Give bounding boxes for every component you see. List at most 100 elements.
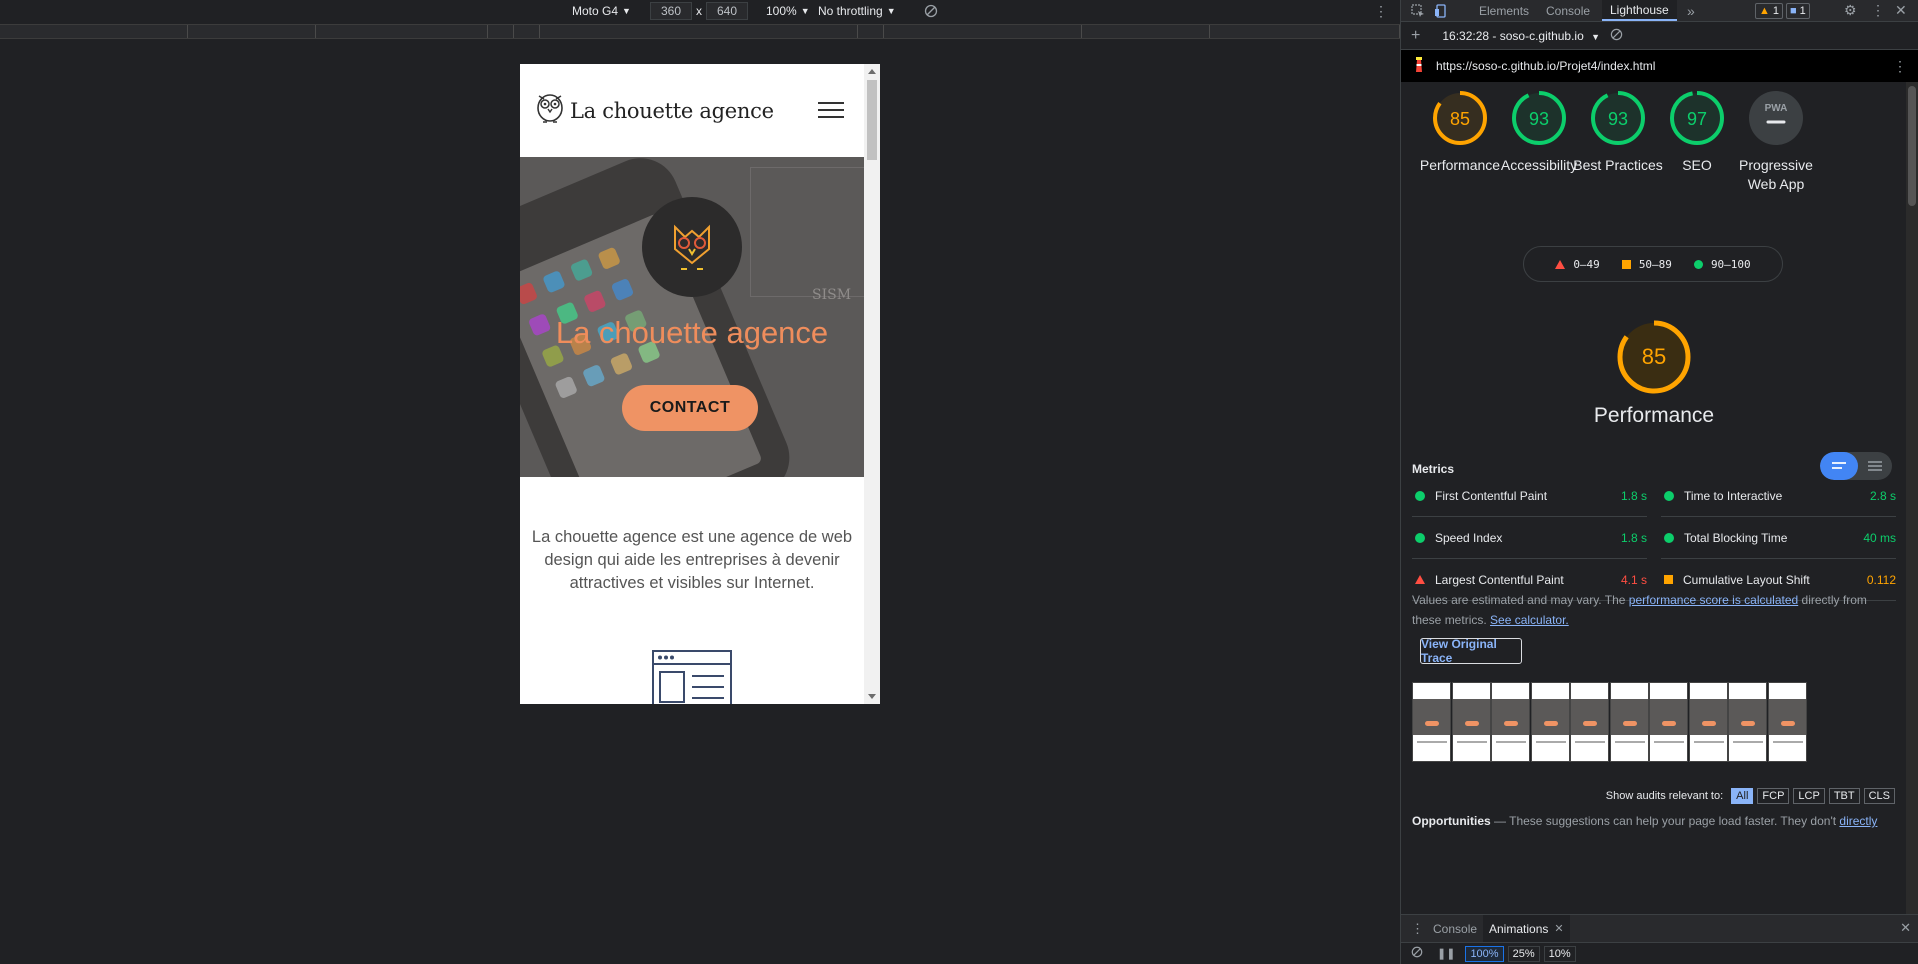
animations-toolbar: ❚❚ 100% 25% 10% <box>1401 942 1918 964</box>
close-icon[interactable]: ✕ <box>1895 0 1907 21</box>
opportunities-heading: Opportunities — These suggestions can he… <box>1412 814 1897 828</box>
dimension-separator: x <box>696 4 702 18</box>
filter-chip-all[interactable]: All <box>1731 788 1754 804</box>
metric-fcp: First Contentful Paint 1.8 s <box>1412 475 1647 517</box>
report-menu-icon[interactable]: ⋮ <box>1893 58 1907 75</box>
warnings-badge[interactable]: ▲ 1 <box>1755 3 1784 19</box>
filmstrip-frame <box>1649 682 1688 762</box>
caret-down-icon: ▼ <box>886 6 896 16</box>
score-value: 85 <box>1450 109 1470 129</box>
filter-chip-lcp[interactable]: LCP <box>1793 788 1825 804</box>
circle-icon <box>1693 259 1703 269</box>
scroll-down-icon[interactable] <box>868 694 876 699</box>
rotate-icon[interactable] <box>924 0 938 22</box>
filter-chip-cls[interactable]: CLS <box>1863 788 1895 804</box>
see-calculator-link[interactable]: See calculator. <box>1490 613 1569 627</box>
contact-button[interactable]: CONTACT <box>622 385 758 431</box>
caret-down-icon: ▼ <box>1591 31 1601 42</box>
scrollbar-thumb[interactable] <box>1908 86 1916 206</box>
more-tabs-icon[interactable]: » <box>1687 0 1695 21</box>
performance-score-value: 85 <box>1642 344 1666 369</box>
height-input[interactable]: 640 <box>706 2 748 20</box>
score-gauge[interactable]: PWA Progressive Web App <box>1728 90 1824 194</box>
messages-badge[interactable]: ■ 1 <box>1786 3 1810 19</box>
zoom-select[interactable]: 100% ▼ <box>766 0 810 22</box>
triangle-icon <box>1555 259 1566 269</box>
scroll-up-icon[interactable] <box>868 69 876 74</box>
tab-console[interactable]: Console <box>1546 0 1590 21</box>
clear-reports-icon[interactable] <box>1610 28 1623 44</box>
view-original-trace-button[interactable]: View Original Trace <box>1420 637 1522 665</box>
legend-fail-range: 0–49 <box>1573 257 1600 271</box>
note-text: Values are estimated and may vary. The <box>1412 593 1629 607</box>
inspect-icon[interactable] <box>1411 0 1425 21</box>
score-value: 93 <box>1608 109 1628 129</box>
score-value: 93 <box>1529 109 1549 129</box>
filmstrip-frame <box>1451 682 1491 762</box>
device-toggle-icon[interactable] <box>1434 0 1448 21</box>
drawer-tab-bar: ⋮ Console Animations ✕ ✕ <box>1401 914 1918 942</box>
devtools-menu-icon[interactable]: ⋮ <box>1871 0 1885 21</box>
score-label: Progressive Web App <box>1739 157 1813 192</box>
drawer-tab-animations[interactable]: Animations ✕ <box>1483 915 1570 942</box>
report-select[interactable]: 16:32:28 - soso-c.github.io ▼ <box>1442 29 1600 43</box>
site-logo-text[interactable]: La chouette agence <box>570 99 774 123</box>
caret-down-icon: ▼ <box>622 6 631 16</box>
device-select[interactable]: Moto G4 ▼ <box>572 0 631 22</box>
speed-10[interactable]: 10% <box>1543 945 1576 962</box>
new-report-plus-icon[interactable]: + <box>1411 27 1420 45</box>
score-calculated-link[interactable]: performance score is calculated <box>1629 593 1798 607</box>
width-input[interactable]: 360 <box>650 2 692 20</box>
speed-25[interactable]: 25% <box>1507 945 1540 962</box>
throttling-value: No throttling <box>818 4 883 18</box>
opportunities-title: Opportunities <box>1412 814 1491 828</box>
metrics-heading: Metrics <box>1412 462 1455 476</box>
sketch-text: SISM <box>812 287 852 303</box>
speed-100[interactable]: 100% <box>1465 945 1504 962</box>
filmstrip-frame <box>1412 682 1451 762</box>
tab-elements[interactable]: Elements <box>1479 0 1529 21</box>
filmstrip-frame <box>1491 682 1530 762</box>
legend-fail: 0–49 <box>1555 258 1600 271</box>
filter-chip-tbt[interactable]: TBT <box>1828 788 1860 804</box>
drawer-tab-console[interactable]: Console <box>1433 915 1477 942</box>
owl-logo-icon[interactable] <box>536 91 564 130</box>
audited-url[interactable]: https://soso-c.github.io/Projet4/index.h… <box>1436 59 1655 73</box>
lighthouse-report: 85 Performance 93 Accessibility 93 Best Pract… <box>1401 82 1907 914</box>
audits-filter-label: Show audits relevant to: <box>1605 790 1724 802</box>
viewport-scrollbar[interactable] <box>864 64 880 704</box>
drawer-tab-label: Animations <box>1489 921 1549 936</box>
settings-gear-icon[interactable]: ⚙ <box>1844 0 1857 21</box>
pass-circle-icon <box>1415 490 1425 501</box>
score-ring: PWA <box>1749 91 1803 145</box>
lighthouse-logo-icon <box>1412 56 1426 76</box>
owl-icon <box>674 224 710 270</box>
metric-name: Largest Contentful Paint <box>1435 572 1564 587</box>
filmstrip-frame <box>1609 682 1649 762</box>
score-value: PWA <box>1765 103 1788 114</box>
close-icon[interactable]: ✕ <box>1554 922 1563 935</box>
more-options-icon[interactable]: ⋮ <box>1374 0 1388 22</box>
device-emulation-area: Moto G4 ▼ 360 x 640 100% ▼ No throttling… <box>0 0 1400 964</box>
fail-triangle-icon <box>1415 575 1425 584</box>
throttling-select[interactable]: No throttling ▼ <box>818 0 896 22</box>
clear-animations-icon[interactable] <box>1411 946 1423 961</box>
legend-pass: 90–100 <box>1693 258 1751 271</box>
score-ring: 93 <box>1512 91 1566 145</box>
hamburger-menu-icon[interactable] <box>818 102 844 118</box>
pass-circle-icon <box>1664 532 1674 543</box>
metric-value: 0.112 <box>1866 572 1896 587</box>
close-drawer-icon[interactable]: ✕ <box>1900 920 1911 936</box>
drawer-menu-icon[interactable]: ⋮ <box>1411 921 1424 937</box>
pause-icon[interactable]: ❚❚ <box>1437 947 1455 960</box>
report-scrollbar[interactable] <box>1906 82 1918 914</box>
filter-chip-fcp[interactable]: FCP <box>1757 788 1790 804</box>
device-toolbar: Moto G4 ▼ 360 x 640 100% ▼ No throttling… <box>0 0 1400 22</box>
performance-gauge-large: 85 Performance <box>1401 318 1907 428</box>
emulated-viewport: La chouette agence SISM La chouette agen… <box>520 64 880 704</box>
tab-lighthouse[interactable]: Lighthouse <box>1602 0 1677 21</box>
legend-average-range: 50–89 <box>1638 257 1672 271</box>
opportunities-link[interactable]: directly <box>1839 814 1877 828</box>
scrollbar-thumb[interactable] <box>867 80 877 160</box>
metric-value: 1.8 s <box>1620 488 1647 503</box>
